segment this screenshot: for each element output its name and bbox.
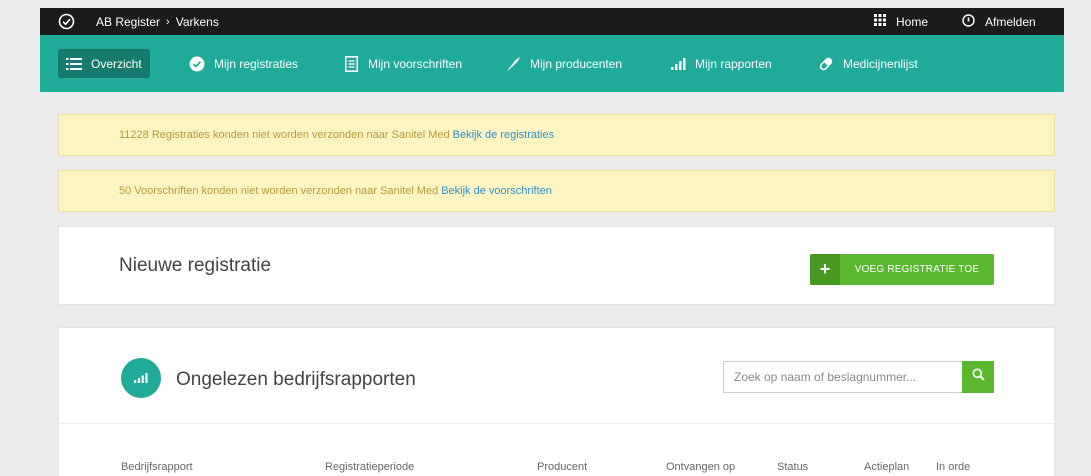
nav-medicijnenlijst[interactable]: Medicijnenlijst xyxy=(810,49,926,78)
search-input[interactable]: Zoek op naam of beslagnummer... xyxy=(723,361,963,393)
check-circle-icon xyxy=(189,56,205,72)
logout-label: Afmelden xyxy=(985,14,1036,29)
reports-bar-chart-icon xyxy=(121,358,161,398)
alert-text: 11228 Registraties konden niet worden ve… xyxy=(119,129,450,141)
logout-link[interactable]: Afmelden xyxy=(962,8,1036,35)
column-header[interactable]: Producent xyxy=(537,461,587,473)
home-label: Home xyxy=(896,14,929,29)
document-icon xyxy=(343,55,359,72)
alert-voorschriften: 50 Voorschriften konden niet worden verz… xyxy=(58,170,1055,212)
view-registrations-link[interactable]: Bekijk de registraties xyxy=(453,129,555,141)
column-header[interactable]: Actieplan xyxy=(864,461,909,473)
power-icon xyxy=(962,13,975,30)
column-header[interactable]: Status xyxy=(777,461,808,473)
syringe-icon xyxy=(505,56,521,72)
nav-overzicht[interactable]: Overzicht xyxy=(58,49,150,78)
new-registration-title: Nieuwe registratie xyxy=(119,255,272,276)
alert-registraties: 11228 Registraties konden niet worden ve… xyxy=(58,114,1055,156)
plus-icon: + xyxy=(810,254,840,285)
app-logo-icon[interactable] xyxy=(58,8,75,35)
nav-label: Mijn registraties xyxy=(214,56,299,71)
add-registration-label: VOEG REGISTRATIE TOE xyxy=(854,264,980,275)
nav-label: Mijn producenten xyxy=(530,56,623,71)
pill-icon xyxy=(818,56,834,72)
unread-reports-panel: Ongelezen bedrijfsrapporten Zoek op naam… xyxy=(58,327,1055,476)
grid-icon xyxy=(874,14,886,29)
bar-chart-icon xyxy=(670,56,686,72)
breadcrumb-page[interactable]: Varkens xyxy=(176,15,219,29)
nav-mijn-voorschriften[interactable]: Mijn voorschriften xyxy=(335,49,470,78)
reports-title: Ongelezen bedrijfsrapporten xyxy=(176,369,416,390)
column-header[interactable]: Bedrijfsrapport xyxy=(121,461,193,473)
column-header[interactable]: Ontvangen op xyxy=(666,461,735,473)
breadcrumb-app[interactable]: AB Register xyxy=(96,15,160,29)
divider xyxy=(59,423,1054,424)
new-registration-panel: Nieuwe registratie + VOEG REGISTRATIE TO… xyxy=(58,226,1055,305)
nav-mijn-registraties[interactable]: Mijn registraties xyxy=(181,49,306,78)
nav-mijn-producenten[interactable]: Mijn producenten xyxy=(497,49,630,78)
home-link[interactable]: Home xyxy=(874,8,928,35)
chevron-right-icon: › xyxy=(166,15,170,28)
breadcrumb: AB Register › Varkens xyxy=(96,8,219,35)
search-icon xyxy=(971,368,985,386)
alert-text: 50 Voorschriften konden niet worden verz… xyxy=(119,185,439,197)
nav-label: Mijn rapporten xyxy=(695,56,772,71)
nav-mijn-rapporten[interactable]: Mijn rapporten xyxy=(662,49,780,78)
view-prescriptions-link[interactable]: Bekijk de voorschriften xyxy=(441,185,552,197)
list-icon xyxy=(66,56,82,72)
top-bar: AB Register › Varkens Home Afmelden xyxy=(40,8,1064,35)
main-nav: Overzicht Mijn registraties Mijn voorsch… xyxy=(40,35,1064,92)
column-header[interactable]: In orde xyxy=(936,461,970,473)
nav-label: Medicijnenlijst xyxy=(843,56,918,71)
nav-label: Overzicht xyxy=(91,56,142,71)
nav-label: Mijn voorschriften xyxy=(368,56,463,71)
add-registration-button[interactable]: + VOEG REGISTRATIE TOE xyxy=(810,254,994,285)
column-header[interactable]: Registratieperiode xyxy=(325,461,414,473)
search-button[interactable] xyxy=(962,361,994,393)
